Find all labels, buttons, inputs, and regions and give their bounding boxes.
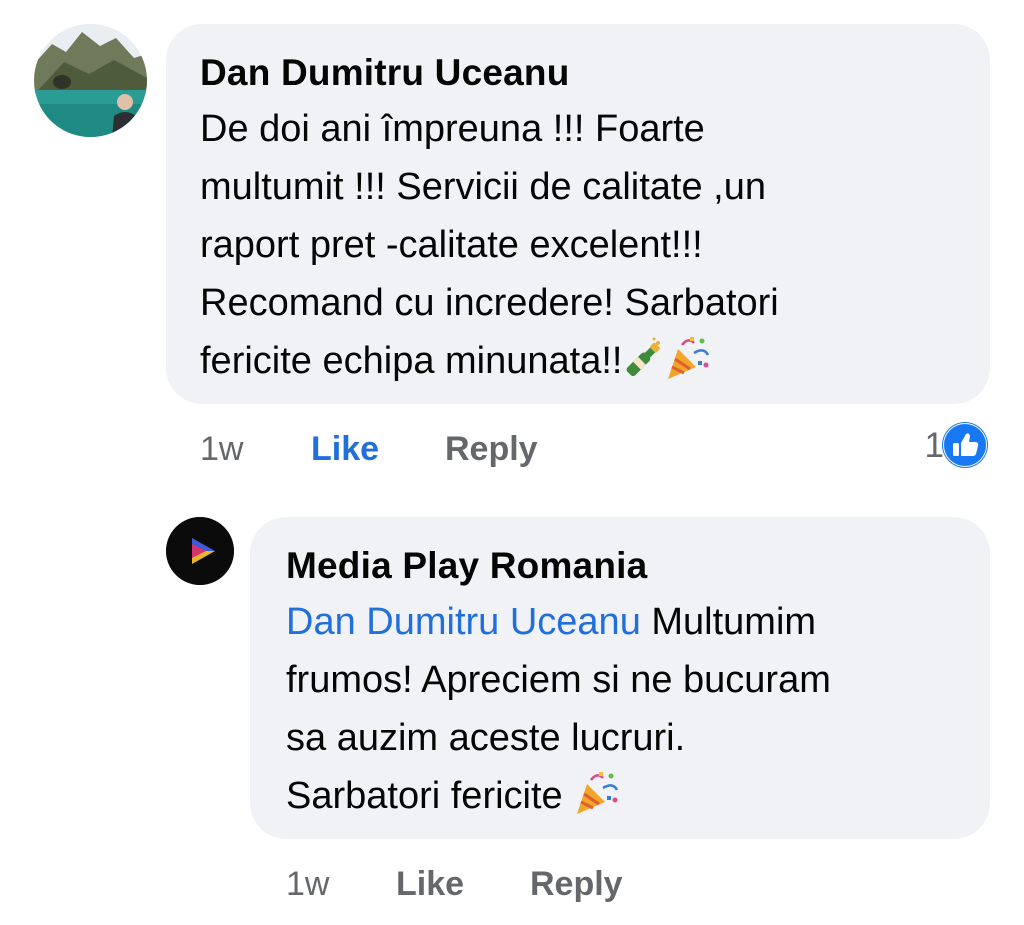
like-button[interactable]: Like — [311, 429, 379, 469]
champagne-bottle-icon — [622, 337, 664, 398]
comment-text-line: De doi ani împreuna !!! Foarte — [200, 108, 705, 150]
media-play-logo-icon — [166, 517, 234, 585]
author-mention-link[interactable]: Dan Dumitru Uceanu — [286, 601, 641, 643]
reply-text-line: frumos! Apreciem si ne bucuram — [286, 659, 831, 701]
comment-bubble: Dan Dumitru Uceanu De doi ani împreuna !… — [166, 24, 990, 404]
reply-bubble: Media Play Romania Dan Dumitru Uceanu Mu… — [250, 517, 990, 839]
comment-text-line: raport pret -calitate excelent!!! — [200, 224, 703, 266]
reply-text-line-first: Dan Dumitru Uceanu Multumim — [286, 593, 954, 651]
avatar-media-play-romania[interactable] — [166, 517, 234, 585]
reply-actions: 1w Like Reply — [0, 864, 1024, 904]
reply-text: Dan Dumitru Uceanu Multumim frumos! Apre… — [286, 593, 954, 833]
comment-text-line: Recomand cu incredere! Sarbatori — [200, 282, 779, 324]
avatar-dan-dumitru-uceanu[interactable] — [34, 24, 147, 137]
reply-timestamp[interactable]: 1w — [286, 864, 329, 904]
comment-text-line: multumit !!! Servicii de calitate ,un — [200, 166, 766, 208]
reply-button[interactable]: Reply — [530, 864, 623, 904]
party-popper-icon — [664, 335, 710, 398]
profile-photo-icon — [34, 24, 147, 137]
comment-text: De doi ani împreuna !!! Foarte multumit … — [200, 100, 956, 398]
comment-timestamp[interactable]: 1w — [200, 429, 243, 469]
reply-button[interactable]: Reply — [445, 429, 538, 469]
like-button[interactable]: Like — [396, 864, 464, 904]
reply-author-name[interactable]: Media Play Romania — [286, 543, 954, 589]
reply-text-line: Sarbatori fericite — [286, 775, 574, 817]
reply-text-line: Multumim — [640, 601, 817, 643]
reply-text-line-last: Sarbatori fericite — [286, 767, 954, 833]
comment-text-line-last: fericite echipa minunata!! — [200, 332, 956, 398]
comment-text-line: fericite echipa minunata!! — [200, 340, 623, 382]
party-popper-icon — [573, 770, 619, 833]
reply-text-line: sa auzim aceste lucruri. — [286, 717, 686, 759]
like-reaction-icon[interactable] — [942, 422, 988, 468]
comment-author-name[interactable]: Dan Dumitru Uceanu — [200, 50, 956, 96]
comment-actions: 1w Like Reply — [0, 429, 1024, 469]
